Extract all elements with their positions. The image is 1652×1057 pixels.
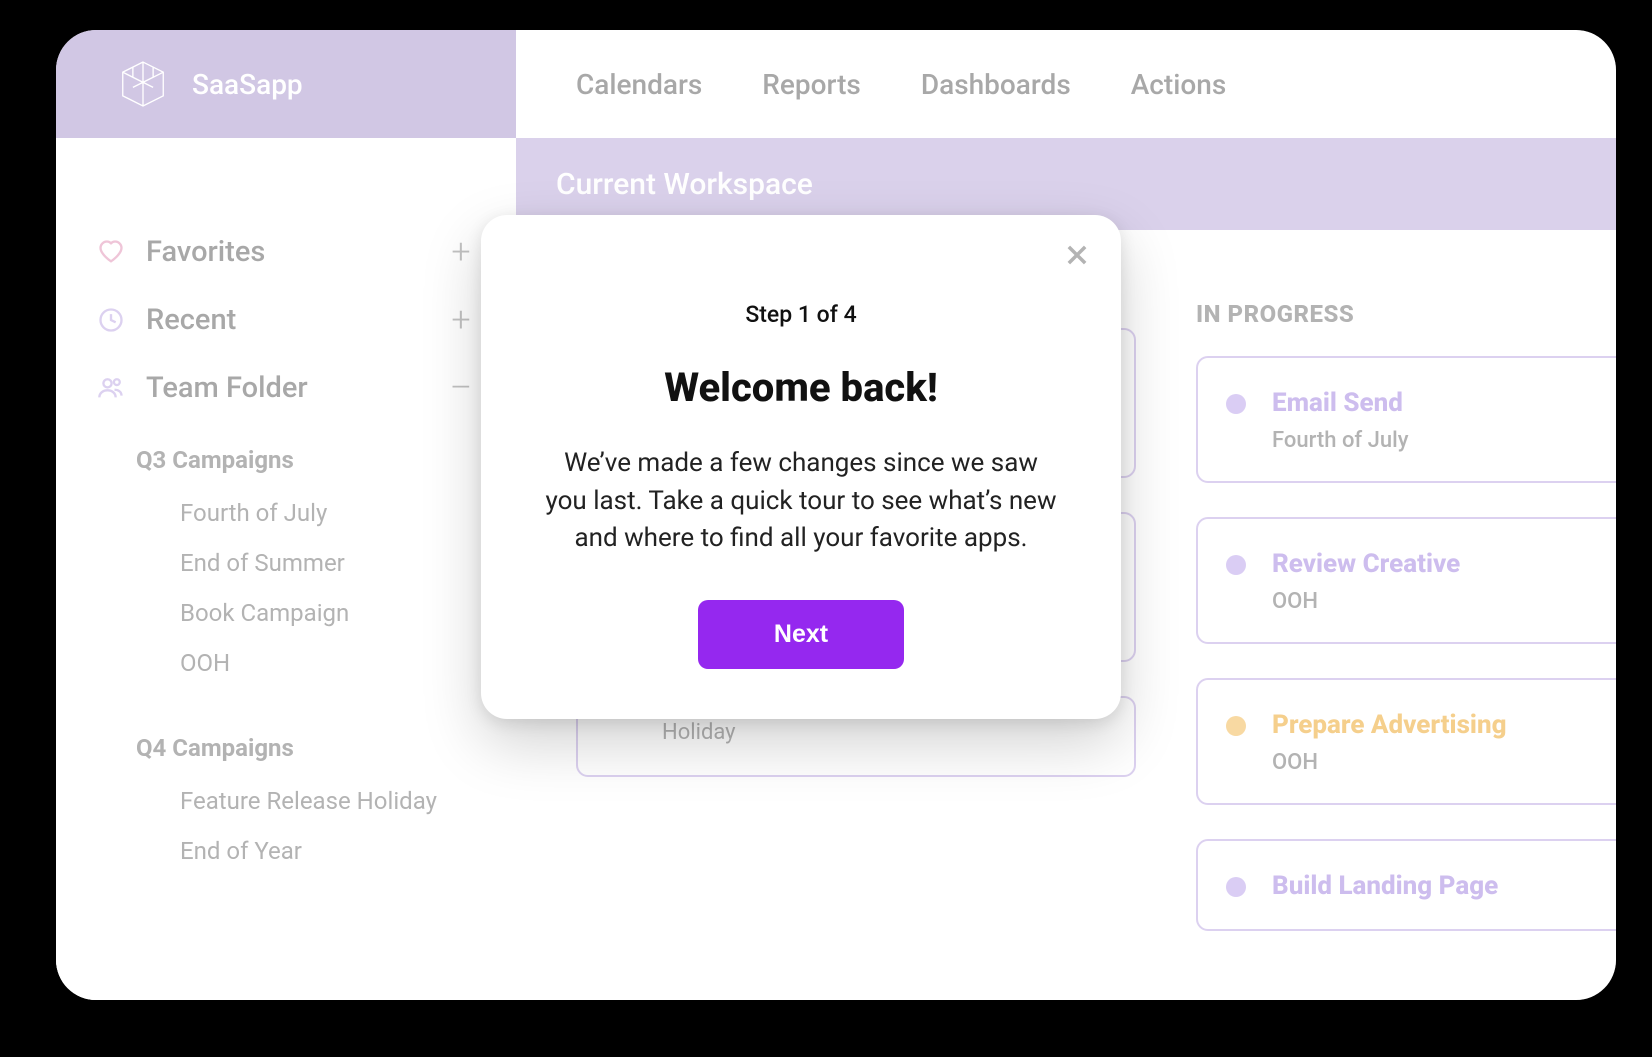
workspace-title: Current Workspace — [556, 167, 813, 202]
sidebar-item-label: Team Folder — [146, 371, 308, 405]
sidebar-item-team-folder[interactable]: Team Folder – — [86, 354, 486, 422]
header: SaaSapp Calendars Reports Dashboards Act… — [56, 30, 1616, 138]
nav-reports[interactable]: Reports — [762, 68, 861, 101]
sidebar-team-contents: Q3 Campaigns Fourth of July End of Summe… — [86, 432, 486, 876]
card-subtitle: OOH — [1272, 589, 1460, 614]
close-button[interactable] — [1059, 241, 1095, 277]
sidebar-item-recent[interactable]: Recent + — [86, 286, 486, 354]
modal-body: We’ve made a few changes since we saw yo… — [541, 445, 1061, 558]
sidebar-item-label: Favorites — [146, 235, 265, 269]
sidebar-leaf[interactable]: End of Year — [136, 826, 486, 876]
status-dot-icon — [1226, 716, 1246, 736]
collapse-icon[interactable]: – — [446, 368, 476, 408]
board-card[interactable]: Build Landing Page — [1196, 839, 1616, 931]
sidebar-item-label: Recent — [146, 303, 236, 337]
status-dot-icon — [1226, 555, 1246, 575]
sidebar-group: Q4 Campaigns Feature Release Holiday End… — [136, 720, 486, 876]
brand-name: SaaSapp — [192, 68, 303, 101]
nav-dashboards[interactable]: Dashboards — [921, 68, 1071, 101]
status-dot-icon — [1226, 877, 1246, 897]
heart-icon — [96, 237, 126, 267]
app-frame: SaaSapp Calendars Reports Dashboards Act… — [56, 30, 1616, 1000]
brand-logo-icon — [116, 57, 170, 111]
board-card[interactable]: Prepare Advertising OOH — [1196, 678, 1616, 805]
card-subtitle: OOH — [1272, 750, 1506, 775]
status-dot-icon — [1226, 394, 1246, 414]
sidebar-leaf[interactable]: End of Summer — [136, 538, 486, 588]
people-icon — [96, 373, 126, 403]
top-nav: Calendars Reports Dashboards Actions — [516, 30, 1616, 138]
clock-icon — [96, 305, 126, 335]
card-title: Email Send — [1272, 388, 1409, 418]
card-title: Review Creative — [1272, 549, 1460, 579]
sidebar-leaf[interactable]: Book Campaign — [136, 588, 486, 638]
sidebar-leaf[interactable]: Fourth of July — [136, 488, 486, 538]
modal-step-indicator: Step 1 of 4 — [531, 301, 1071, 328]
sidebar: Favorites + Recent + Team Folder – — [56, 138, 516, 1000]
board-card[interactable]: Review Creative OOH — [1196, 517, 1616, 644]
board-column: IN PROGRESS Email Send Fourth of July Re… — [1196, 300, 1616, 1000]
brand[interactable]: SaaSapp — [56, 30, 516, 138]
card-title: Build Landing Page — [1272, 871, 1498, 901]
add-icon[interactable]: + — [446, 232, 476, 272]
add-icon[interactable]: + — [446, 300, 476, 340]
column-title: IN PROGRESS — [1196, 300, 1616, 328]
card-title: Prepare Advertising — [1272, 710, 1506, 740]
next-button[interactable]: Next — [698, 600, 904, 669]
sidebar-group: Q3 Campaigns Fourth of July End of Summe… — [136, 432, 486, 688]
board-card[interactable]: Email Send Fourth of July — [1196, 356, 1616, 483]
card-subtitle: Holiday — [606, 718, 1106, 745]
sidebar-group-title[interactable]: Q4 Campaigns — [136, 720, 486, 776]
onboarding-modal: Step 1 of 4 Welcome back! We’ve made a f… — [481, 215, 1121, 719]
sidebar-group-title[interactable]: Q3 Campaigns — [136, 432, 486, 488]
nav-actions[interactable]: Actions — [1131, 68, 1227, 101]
sidebar-leaf[interactable]: OOH — [136, 638, 486, 688]
modal-title: Welcome back! — [531, 364, 1071, 411]
sidebar-leaf[interactable]: Feature Release Holiday — [136, 776, 486, 826]
sidebar-item-favorites[interactable]: Favorites + — [86, 218, 486, 286]
card-subtitle: Fourth of July — [1272, 428, 1409, 453]
nav-calendars[interactable]: Calendars — [576, 68, 702, 101]
